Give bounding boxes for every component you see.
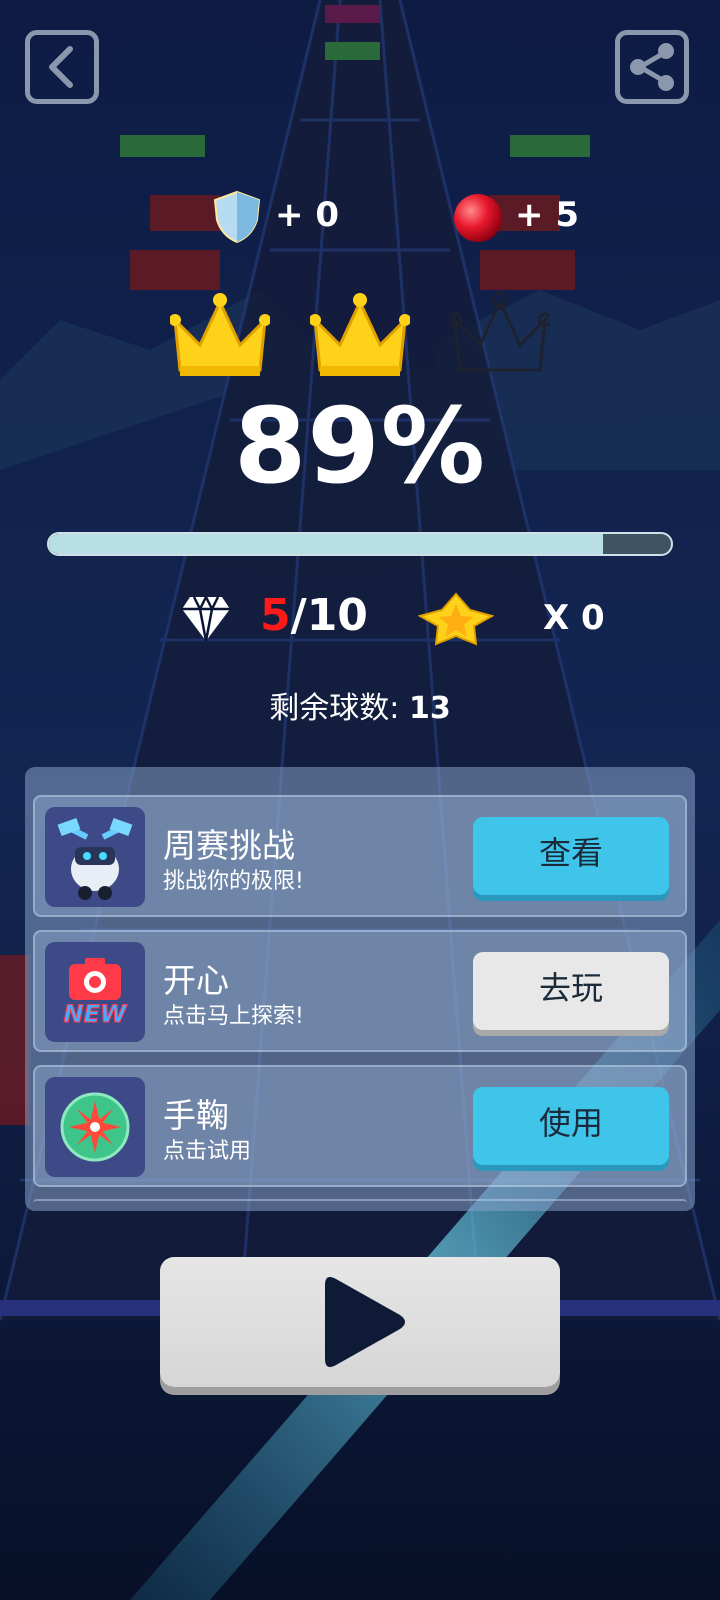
share-button[interactable] xyxy=(615,30,689,104)
robot-character-icon xyxy=(45,807,145,907)
chevron-left-icon xyxy=(49,46,73,88)
crown-gold-icon xyxy=(170,293,270,376)
temari-skin-card: 手鞠 点击试用 使用 xyxy=(33,1065,687,1187)
star-badge-icon xyxy=(418,592,494,646)
ball-count: + 5 xyxy=(515,195,579,235)
balls-remaining: 剩余球数: 13 xyxy=(0,683,720,727)
progress-bar xyxy=(47,532,673,556)
gems-total: /10 xyxy=(290,590,368,641)
promo-panel: 周赛挑战 挑战你的极限! 查看 NEW 开心 点击马上探索! 去玩 手鞠 点击试… xyxy=(25,767,695,1211)
weekly-challenge-card: 周赛挑战 挑战你的极限! 查看 xyxy=(33,795,687,917)
view-button[interactable]: 查看 xyxy=(473,817,669,895)
use-button[interactable]: 使用 xyxy=(473,1087,669,1165)
shield-icon xyxy=(213,190,261,244)
card-subtitle: 点击试用 xyxy=(163,1139,252,1164)
share-icon xyxy=(630,43,674,91)
card-title: 开心 xyxy=(163,961,229,1000)
card-subtitle: 点击马上探索! xyxy=(163,1004,304,1029)
red-ball-icon xyxy=(454,194,502,242)
card-subtitle: 挑战你的极限! xyxy=(163,869,304,894)
new-game-icon: NEW xyxy=(45,942,145,1042)
gems-counter: 5/10 xyxy=(260,590,368,641)
happy-game-card: NEW 开心 点击马上探索! 去玩 xyxy=(33,930,687,1052)
gems-collected: 5 xyxy=(260,590,291,641)
diamond-icon xyxy=(182,594,230,642)
card-title: 周赛挑战 xyxy=(163,826,295,865)
crown-empty-icon xyxy=(450,291,550,372)
balls-remaining-value: 13 xyxy=(408,691,451,726)
new-badge: NEW xyxy=(63,1000,127,1029)
card-title: 手鞠 xyxy=(163,1096,229,1135)
back-button[interactable] xyxy=(25,30,99,104)
crown-gold-icon xyxy=(310,293,410,376)
play-game-button[interactable]: 去玩 xyxy=(473,952,669,1030)
progress-fill xyxy=(49,534,603,554)
play-button[interactable] xyxy=(160,1257,560,1387)
play-icon xyxy=(325,1277,405,1367)
temari-ball-icon xyxy=(45,1077,145,1177)
list-scroll-edge xyxy=(33,1199,687,1207)
completion-percent: 89% xyxy=(234,385,486,507)
balls-remaining-label: 剩余球数: xyxy=(269,691,409,726)
shield-count: + 0 xyxy=(275,195,339,235)
stars-counter: X 0 xyxy=(543,598,605,638)
